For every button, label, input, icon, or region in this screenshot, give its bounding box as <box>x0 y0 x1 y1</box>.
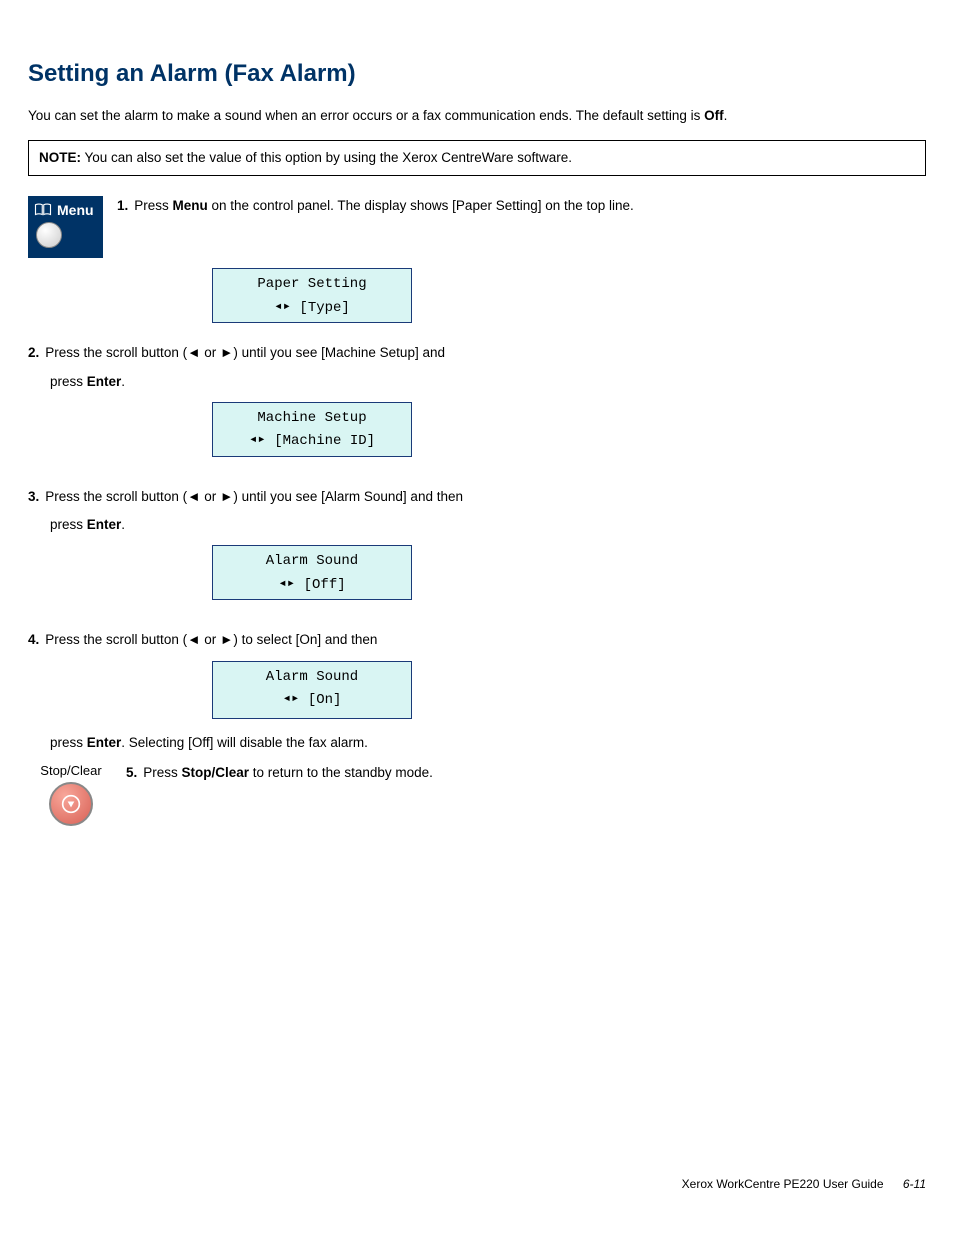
lcd-1: Paper Setting ◂▸ [Type] <box>212 268 412 323</box>
note-text: You can also set the value of this optio… <box>81 150 572 165</box>
step-2b-prefix: press <box>50 374 87 389</box>
step-2a-arrow-r: ► <box>220 345 233 360</box>
lcd-2: Machine Setup ◂▸ [Machine ID] <box>212 402 412 457</box>
step-4-num: 4. <box>28 632 39 647</box>
menu-button-circle <box>36 222 62 248</box>
step-2b-bold: Enter <box>87 374 122 389</box>
stop-clear-circle <box>49 782 93 826</box>
step-1-suffix: on the control panel. The display shows … <box>208 198 634 213</box>
lcd-3-arrows: ◂▸ <box>278 573 295 595</box>
step-3-num: 3. <box>28 489 39 504</box>
step-4b-bold: Enter <box>87 735 122 750</box>
lcd-2-bot: [Machine ID] <box>274 433 375 449</box>
step-4-text: 4. Press the scroll button (◄ or ►) to se… <box>28 630 926 650</box>
menu-label: Menu <box>57 202 94 218</box>
step-4a-mid: or <box>200 632 220 647</box>
step-2-text: 2. Press the scroll button (◄ or ►) until… <box>28 343 926 392</box>
lcd-4-arrows: ◂▸ <box>283 688 300 710</box>
lcd-4-top: Alarm Sound <box>213 666 411 688</box>
step-5-prefix: Press <box>143 765 181 780</box>
step-5-bold: Stop/Clear <box>182 765 250 780</box>
intro-prefix: You can set the alarm to make a sound wh… <box>28 108 704 123</box>
lcd-2-top: Machine Setup <box>213 407 411 429</box>
page-title: Setting an Alarm (Fax Alarm) <box>28 60 926 88</box>
note-label: NOTE: <box>39 150 81 165</box>
step-2b-suffix: . <box>121 374 125 389</box>
step-4b-prefix: press <box>50 735 87 750</box>
lcd-3-bot: [Off] <box>304 577 346 593</box>
intro-paragraph: You can set the alarm to make a sound wh… <box>28 106 926 126</box>
stop-triangle-icon <box>61 794 81 814</box>
step-3b-bold: Enter <box>87 517 122 532</box>
footer-page-number: 6-11 <box>903 1177 926 1191</box>
step-4a-arrow-r: ► <box>220 632 233 647</box>
menu-button[interactable]: Menu <box>28 196 103 258</box>
step-4a-suffix: ) to select [On] and then <box>233 632 377 647</box>
step-2a-mid: or <box>200 345 220 360</box>
book-icon <box>34 203 52 217</box>
lcd-1-bot: [Type] <box>299 300 349 316</box>
step-3a-arrow-l: ◄ <box>187 489 200 504</box>
lcd-4-bot: [On] <box>308 692 342 708</box>
lcd-2-arrows: ◂▸ <box>249 429 266 451</box>
step-4a-prefix: Press the scroll button ( <box>45 632 187 647</box>
step-2a-arrow-l: ◄ <box>187 345 200 360</box>
lcd-3: Alarm Sound ◂▸ [Off] <box>212 545 412 600</box>
lcd-3-top: Alarm Sound <box>213 550 411 572</box>
step-3-text: 3. Press the scroll button (◄ or ►) until… <box>28 487 926 536</box>
step-2a-prefix: Press the scroll button ( <box>45 345 187 360</box>
step-5-row: Stop/Clear 5. Press Stop/Clear to return … <box>28 763 926 826</box>
step-4b-text: press Enter. Selecting [Off] will disabl… <box>28 733 926 753</box>
intro-bold: Off <box>704 108 724 123</box>
step-1-row: Menu 1. Press Menu on the control panel. … <box>28 196 926 258</box>
step-3a-arrow-r: ► <box>220 489 233 504</box>
step-1-prefix: Press <box>134 198 172 213</box>
step-1-num: 1. <box>117 198 128 213</box>
lcd-1-arrows: ◂▸ <box>274 296 291 318</box>
step-3a-mid: or <box>200 489 220 504</box>
step-3a-prefix: Press the scroll button ( <box>45 489 187 504</box>
step-1-text: 1. Press Menu on the control panel. The d… <box>117 196 926 216</box>
footer-text: Xerox WorkCentre PE220 User Guide <box>682 1177 884 1191</box>
lcd-4: Alarm Sound ◂▸ [On] <box>212 661 412 719</box>
intro-suffix: . <box>724 108 728 123</box>
step-5-suffix: to return to the standby mode. <box>249 765 433 780</box>
step-4b-suffix: . Selecting [Off] will disable the fax a… <box>121 735 368 750</box>
stop-clear-button[interactable]: Stop/Clear <box>38 763 104 826</box>
note-box: NOTE: You can also set the value of this… <box>28 140 926 177</box>
lcd-1-top: Paper Setting <box>213 273 411 295</box>
step-1-bold: Menu <box>173 198 208 213</box>
step-3a-suffix: ) until you see [Alarm Sound] and then <box>233 489 463 504</box>
page-footer: Xerox WorkCentre PE220 User Guide 6-11 <box>682 1177 926 1191</box>
step-5-text: 5. Press Stop/Clear to return to the stan… <box>126 763 926 783</box>
step-3b-suffix: . <box>121 517 125 532</box>
step-2-num: 2. <box>28 345 39 360</box>
step-2a-suffix: ) until you see [Machine Setup] and <box>233 345 445 360</box>
stop-clear-label: Stop/Clear <box>40 763 101 778</box>
step-3b-prefix: press <box>50 517 87 532</box>
step-4a-arrow-l: ◄ <box>187 632 200 647</box>
step-5-num: 5. <box>126 765 137 780</box>
